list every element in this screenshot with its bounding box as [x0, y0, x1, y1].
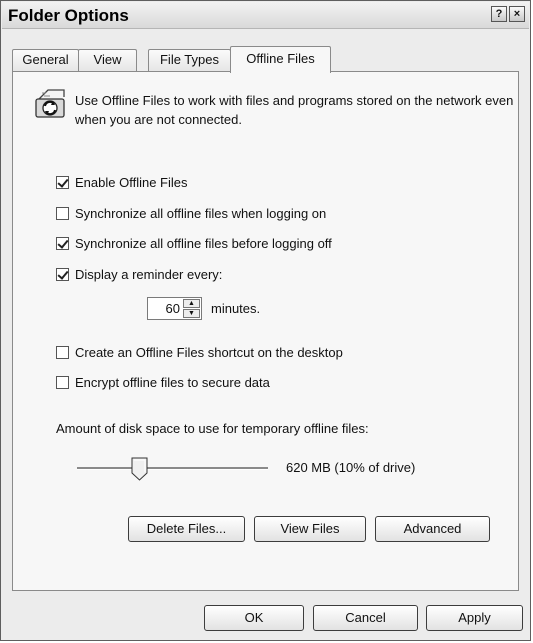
offline-files-panel: [12, 71, 519, 591]
disk-space-slider-track[interactable]: [77, 467, 268, 470]
reminder-minutes-value[interactable]: 60: [166, 301, 180, 316]
delete-files-button[interactable]: Delete Files...: [128, 516, 245, 542]
create-shortcut-checkbox[interactable]: Create an Offline Files shortcut on the …: [56, 343, 343, 361]
reminder-checkbox[interactable]: Display a reminder every:: [56, 265, 222, 283]
minutes-label: minutes.: [211, 301, 261, 316]
checkbox-label: Enable Offline Files: [75, 174, 188, 190]
window-title: Folder Options: [8, 6, 129, 25]
advanced-button[interactable]: Advanced: [375, 516, 490, 542]
checkbox-box[interactable]: [56, 267, 69, 281]
help-icon[interactable]: ?: [491, 6, 507, 22]
tab-file-types[interactable]: File Types: [148, 49, 231, 71]
cancel-button[interactable]: Cancel: [313, 605, 418, 631]
disk-space-slider-thumb[interactable]: [131, 457, 148, 481]
encrypt-files-checkbox[interactable]: Encrypt offline files to secure data: [56, 373, 270, 391]
offline-files-sync-icon: [35, 89, 65, 118]
enable-offline-files-checkbox[interactable]: Enable Offline Files: [56, 173, 188, 191]
checkbox-box[interactable]: [56, 375, 69, 389]
sync-on-logoff-checkbox[interactable]: Synchronize all offline files before log…: [56, 234, 332, 252]
intro-text: Use Offline Files to work with files and…: [75, 93, 514, 127]
checkbox-box[interactable]: [56, 175, 69, 189]
ok-button[interactable]: OK: [204, 605, 304, 631]
checkbox-box[interactable]: [56, 345, 69, 359]
disk-space-value: 620 MB (10% of drive): [286, 460, 416, 475]
tab-view[interactable]: View: [78, 49, 137, 71]
spin-down-icon[interactable]: ▼: [183, 309, 200, 318]
tab-offline-files[interactable]: Offline Files: [230, 46, 331, 73]
checkbox-label: Encrypt offline files to secure data: [75, 374, 270, 390]
checkbox-label: Create an Offline Files shortcut on the …: [75, 344, 343, 360]
close-icon[interactable]: ×: [509, 6, 525, 22]
checkbox-box[interactable]: [56, 206, 69, 220]
reminder-minutes-spinner[interactable]: 60 ▲ ▼: [147, 297, 202, 320]
tab-general[interactable]: General: [12, 49, 79, 71]
view-files-button[interactable]: View Files: [254, 516, 366, 542]
sync-on-logon-checkbox[interactable]: Synchronize all offline files when loggi…: [56, 204, 326, 222]
checkbox-label: Display a reminder every:: [75, 266, 223, 282]
title-bar[interactable]: Folder Options ? ×: [2, 2, 529, 29]
checkbox-box[interactable]: [56, 236, 69, 250]
apply-button[interactable]: Apply: [426, 605, 523, 631]
disk-space-label: Amount of disk space to use for temporar…: [56, 421, 369, 436]
spin-up-icon[interactable]: ▲: [183, 299, 200, 308]
checkbox-label: Synchronize all offline files before log…: [75, 235, 332, 251]
checkbox-label: Synchronize all offline files when loggi…: [75, 205, 327, 221]
